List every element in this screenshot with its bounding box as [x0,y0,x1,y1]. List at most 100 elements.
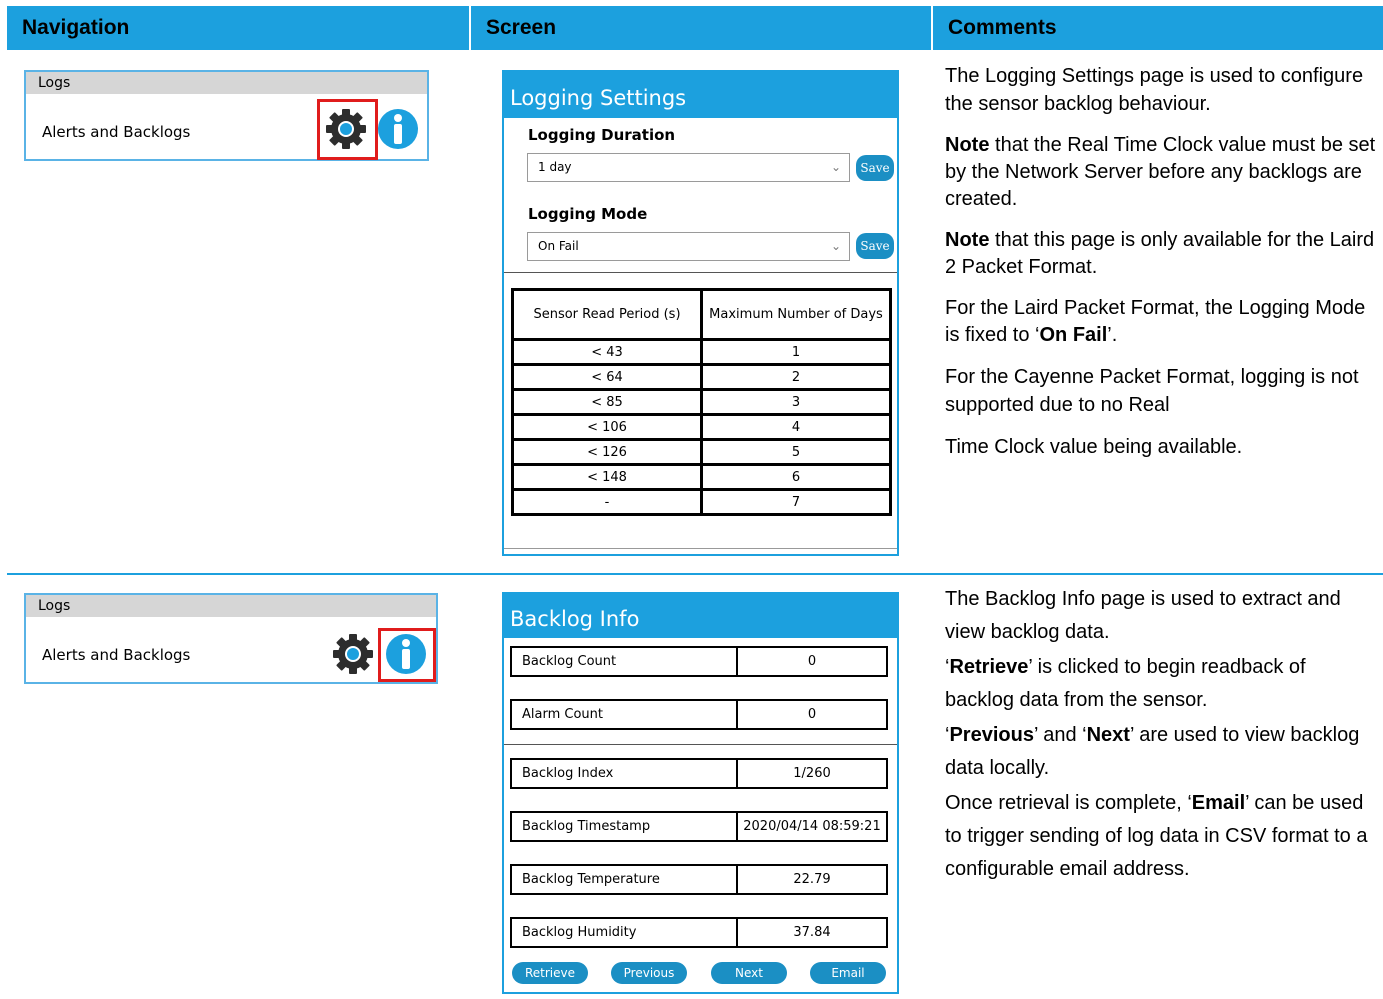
backlog-humidity-field: Backlog Humidity 37.84 [510,917,888,948]
save-mode-button[interactable]: Save [856,233,894,259]
alarm-count-field: Alarm Count 0 [510,699,888,730]
nav-item-alerts-backlogs[interactable]: Alerts and Backlogs [42,123,190,141]
table-cell: < 148 [511,463,703,491]
email-button[interactable]: Email [810,962,886,984]
field-label: Backlog Temperature [522,872,660,887]
note-label: Note [945,229,990,251]
comment-text: Once retrieval is complete, ‘ [945,792,1192,814]
table-cell: < 126 [511,438,703,466]
nav-panel-backlog: Logs Alerts and Backlogs [24,593,438,684]
comment-paragraph: ‘Retrieve’ is clicked to begin readback … [945,651,1377,717]
note-label: Note [945,134,990,156]
comment-paragraph: ‘Previous’ and ‘Next’ are used to view b… [945,719,1377,785]
backlog-temperature-field: Backlog Temperature 22.79 [510,864,888,895]
comment-bold: Retrieve [949,656,1029,678]
table-row: -7 [511,488,892,516]
table-row: < 106 4 [511,413,892,441]
table-cell: < 64 [511,363,703,391]
logging-duration-value: 1 day [538,160,572,174]
header-comments: Comments [931,6,1383,50]
comment-bold: Previous [949,724,1034,746]
field-label: Backlog Humidity [522,925,637,940]
field-value: 2020/04/14 08:59:21 [736,813,886,840]
field-value: 1/260 [736,760,886,787]
table-cell: < 43 [511,338,703,366]
logging-mode-select[interactable]: On Fail ⌄ [527,232,850,261]
gear-icon[interactable] [332,633,374,675]
table-cell: 5 [700,438,892,466]
logging-mode-value: On Fail [538,239,579,253]
table-row: < 85 3 [511,388,892,416]
next-button[interactable]: Next [711,962,787,984]
row-separator [7,573,1383,575]
highlight-box-gear [317,99,378,160]
divider [504,548,897,549]
table-cell: 4 [700,413,892,441]
comment-bold: Next [1086,724,1130,746]
comment-bold: On Fail [1039,324,1108,346]
backlog-index-field: Backlog Index 1/260 [510,758,888,789]
table-header-cell: Maximum Number of Days [700,288,892,341]
field-value: 22.79 [736,866,886,893]
backlog-count-field: Backlog Count 0 [510,646,888,677]
logging-duration-select[interactable]: 1 day ⌄ [527,153,850,182]
info-icon[interactable] [377,108,419,150]
table-header-row: Sensor Read Period (s) Maximum Number of… [511,288,892,341]
field-value: 0 [736,701,886,728]
field-value: 37.84 [736,919,886,946]
comment-text: For the Laird Packet Format, the Logging… [945,297,1366,346]
chevron-down-icon: ⌄ [830,160,841,174]
comment-paragraph: For the Cayenne Packet Format, logging i… [945,366,1359,416]
comment-paragraph: Note that the Real Time Clock value must… [945,132,1377,213]
comment-text: that this page is only available for the… [945,229,1375,278]
read-period-table: Sensor Read Period (s) Maximum Number of… [511,288,892,516]
chevron-down-icon: ⌄ [830,239,841,253]
table-cell: 7 [700,488,892,516]
nav-item-alerts-backlogs[interactable]: Alerts and Backlogs [42,646,190,664]
header-navigation: Navigation [7,6,469,50]
comment-paragraph: The Backlog Info page is used to extract… [945,588,1341,643]
nav-bar-logs: Logs [26,595,436,617]
table-cell: < 106 [511,413,703,441]
table-cell: 2 [700,363,892,391]
save-duration-button[interactable]: Save [856,155,894,181]
divider [504,744,897,745]
comment-paragraph: The Logging Settings page is used to con… [945,65,1364,115]
divider [504,272,897,273]
comment-paragraph: Time Clock value being available. [945,436,1243,458]
logging-duration-label: Logging Duration [528,126,676,144]
table-header-cell: Sensor Read Period (s) [511,288,703,341]
field-label: Backlog Timestamp [522,819,651,834]
comment-paragraph: Once retrieval is complete, ‘Email’ can … [945,787,1377,886]
logging-mode-label: Logging Mode [528,205,648,223]
highlight-box-info [378,628,436,682]
table-cell: < 85 [511,388,703,416]
nav-bar-logs: Logs [26,72,427,94]
table-row: < 43 1 [511,338,892,366]
comment-text: that the Real Time Clock value must be s… [945,134,1376,210]
table-cell: - [511,488,703,516]
screen-title: Backlog Info [504,594,897,638]
screen-title: Logging Settings [504,72,897,118]
comment-bold: Email [1191,792,1246,814]
field-label: Backlog Index [522,766,614,781]
table-cell: 6 [700,463,892,491]
comments-logging: The Logging Settings page is used to con… [945,62,1377,461]
table-row: < 64 2 [511,363,892,391]
table-row: < 126 5 [511,438,892,466]
header-screen: Screen [469,6,931,50]
field-label: Backlog Count [522,654,617,669]
nav-panel-logging: Logs Alerts and Backlogs [24,70,429,161]
comments-backlog: The Backlog Info page is used to extract… [945,583,1377,886]
field-value: 0 [736,648,886,675]
comment-text: ’. [1107,324,1118,346]
previous-button[interactable]: Previous [611,962,687,984]
comment-paragraph: For the Laird Packet Format, the Logging… [945,295,1377,349]
comment-text: ’ and ‘ [1033,724,1087,746]
table-cell: 1 [700,338,892,366]
comment-paragraph: Note that this page is only available fo… [945,227,1377,281]
retrieve-button[interactable]: Retrieve [512,962,588,984]
backlog-timestamp-field: Backlog Timestamp 2020/04/14 08:59:21 [510,811,888,842]
field-label: Alarm Count [522,707,603,722]
table-row: < 148 6 [511,463,892,491]
